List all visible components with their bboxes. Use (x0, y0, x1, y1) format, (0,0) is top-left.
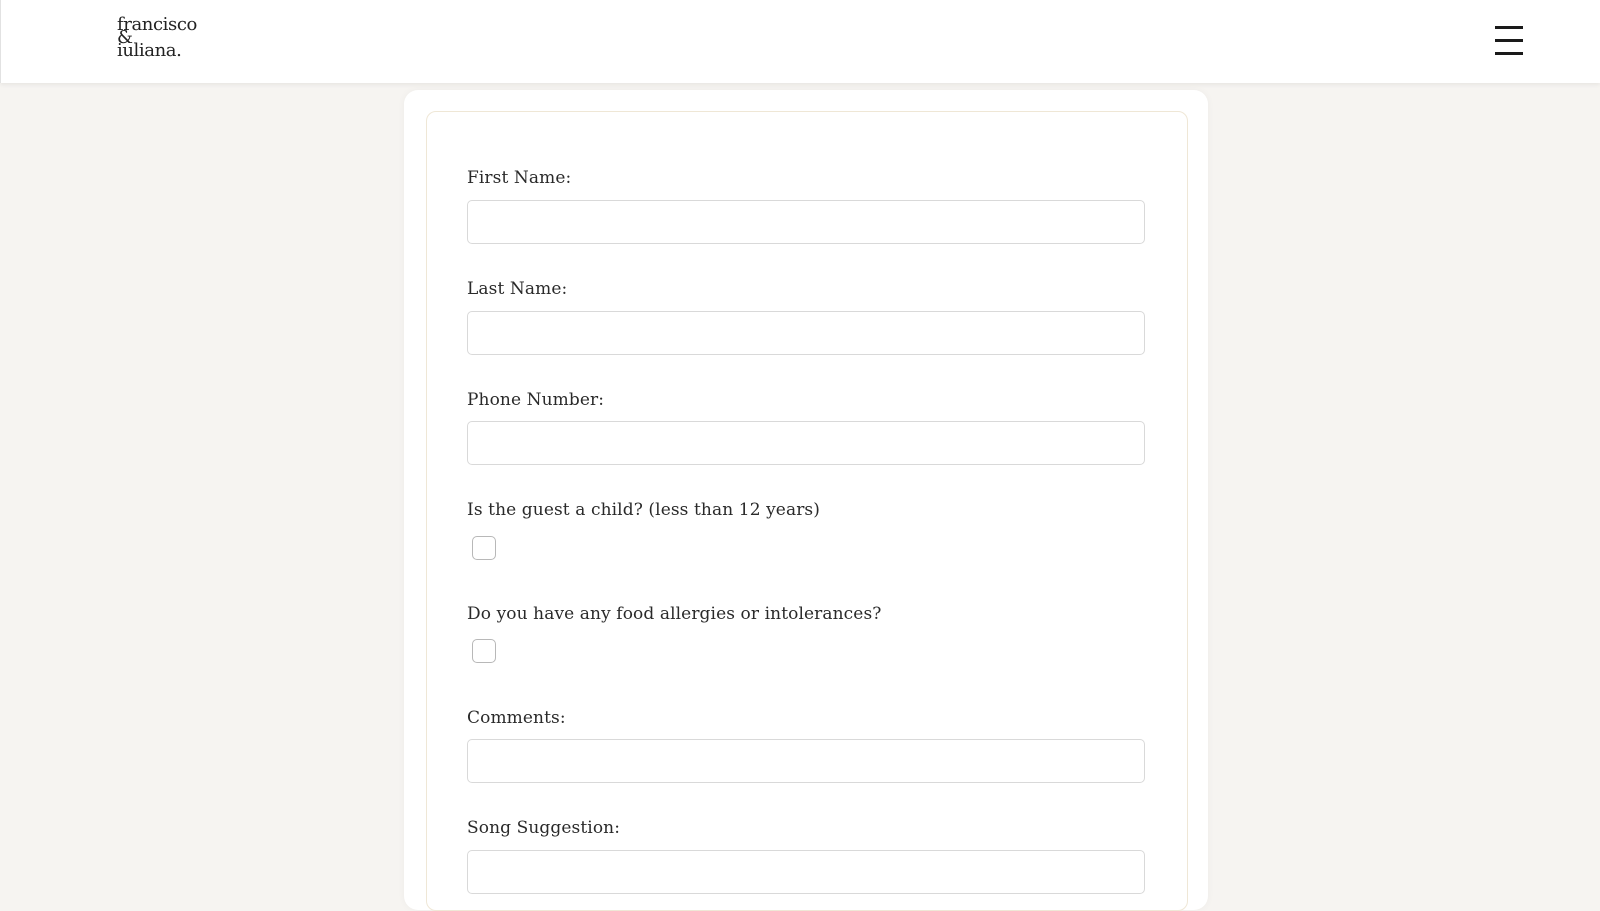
song-suggestion-label: Song Suggestion: (467, 818, 621, 838)
food-allergies-label: Do you have any food allergies or intole… (467, 604, 882, 624)
last-name-field[interactable] (467, 311, 1145, 355)
song-suggestion-field[interactable] (467, 850, 1145, 894)
phone-number-label: Phone Number: (467, 390, 605, 410)
phone-number-field[interactable] (467, 421, 1145, 465)
food-allergies-checkbox[interactable] (472, 639, 496, 663)
first-name-field[interactable] (467, 200, 1145, 244)
first-name-label: First Name: (467, 168, 572, 188)
top-navigation-bar: francisco & iuliana. (0, 0, 1600, 83)
child-guest-checkbox[interactable] (472, 536, 496, 560)
child-guest-label: Is the guest a child? (less than 12 year… (467, 500, 820, 520)
comments-field[interactable] (467, 739, 1145, 783)
last-name-label: Last Name: (467, 279, 568, 299)
site-logo[interactable]: francisco & iuliana. (117, 16, 197, 61)
logo-line-3: iuliana. (117, 40, 182, 61)
comments-label: Comments: (467, 708, 566, 728)
hamburger-menu-icon[interactable] (1495, 26, 1523, 56)
